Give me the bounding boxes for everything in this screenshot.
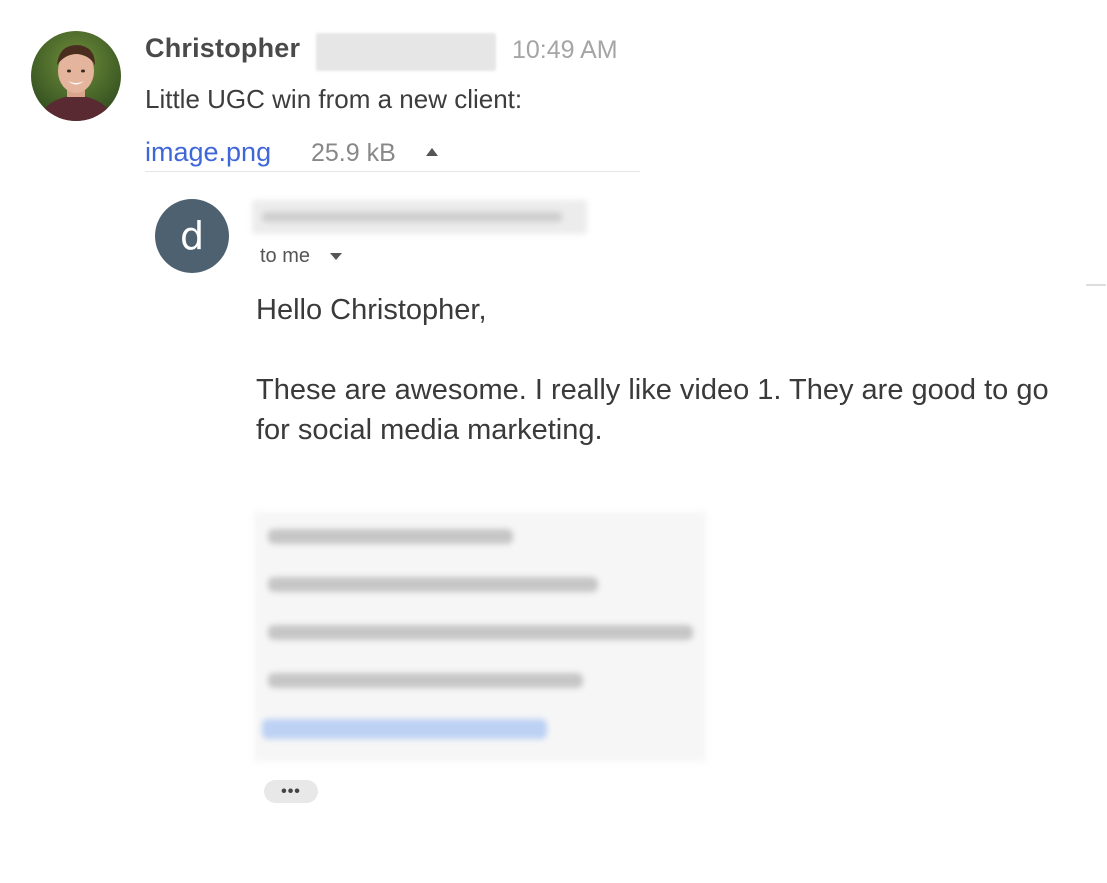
email-avatar-letter: d xyxy=(179,214,205,258)
show-trimmed-content-button[interactable]: ••• xyxy=(264,780,318,803)
email-sender-avatar: d xyxy=(155,199,229,273)
attachment-link[interactable]: image.png xyxy=(145,137,271,168)
redacted-signature-link xyxy=(262,719,547,739)
message-timestamp: 10:49 AM xyxy=(512,36,618,64)
redacted-sender-address xyxy=(252,200,587,234)
recipient-dropdown[interactable]: to me xyxy=(260,245,310,268)
redacted-signature-line xyxy=(268,673,583,688)
email-message: These are awesome. I really like video 1… xyxy=(256,374,1049,446)
attachment-size: 25.9 kB xyxy=(311,139,396,167)
attachment-divider xyxy=(145,171,640,172)
sender-photo xyxy=(31,31,121,121)
collapse-triangle-icon[interactable] xyxy=(426,148,438,156)
message-text: Little UGC win from a new client: xyxy=(145,84,523,114)
redacted-signature-line xyxy=(268,625,693,640)
caret-down-icon[interactable] xyxy=(330,253,342,260)
sender-name[interactable]: Christopher xyxy=(145,33,300,64)
redacted-surname xyxy=(316,33,496,71)
redacted-signature-line xyxy=(268,529,513,544)
edge-divider xyxy=(1086,284,1106,286)
sender-avatar[interactable] xyxy=(31,31,121,121)
email-body: Hello Christopher, These are awesome. I … xyxy=(256,290,1056,450)
redacted-signature-line xyxy=(268,577,598,592)
email-greeting: Hello Christopher, xyxy=(256,294,487,326)
